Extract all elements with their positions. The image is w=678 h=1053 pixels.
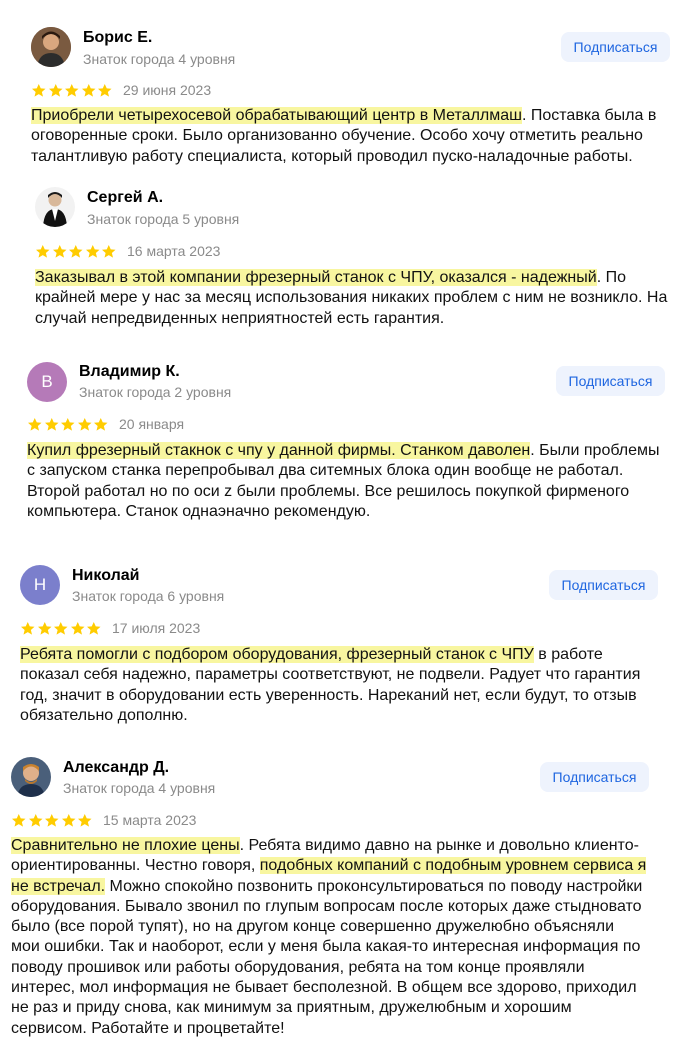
star-icon bbox=[28, 417, 42, 431]
rating-stars bbox=[20, 621, 102, 636]
star-icon bbox=[61, 417, 75, 431]
star-icon bbox=[37, 621, 51, 635]
star-icon bbox=[21, 621, 35, 635]
avatar[interactable]: В bbox=[27, 362, 67, 402]
star-icon bbox=[77, 417, 91, 431]
review-date: 20 января bbox=[119, 416, 185, 432]
author-level: Знаток города 6 уровня bbox=[72, 588, 225, 604]
star-icon bbox=[12, 813, 26, 827]
review-text: Ребята помогли с подбором оборудования, … bbox=[20, 645, 656, 726]
review-date: 17 июля 2023 bbox=[112, 620, 201, 636]
star-icon bbox=[94, 417, 108, 431]
review-date: 16 марта 2023 bbox=[127, 243, 221, 259]
author-name[interactable]: Владимир К. bbox=[79, 363, 180, 381]
review-text: Заказывал в этой компании фрезерный стан… bbox=[35, 268, 671, 329]
author-name[interactable]: Николай bbox=[72, 567, 139, 585]
star-icon bbox=[28, 813, 42, 827]
avatar-letter: В bbox=[41, 372, 53, 391]
rating-stars bbox=[35, 244, 117, 259]
subscribe-button[interactable]: Подписаться bbox=[540, 762, 649, 792]
author-level: Знаток города 4 уровня bbox=[63, 780, 216, 796]
star-icon bbox=[87, 621, 101, 635]
star-icon bbox=[44, 417, 58, 431]
user-photo-icon bbox=[35, 187, 75, 227]
author-name[interactable]: Сергей А. bbox=[87, 189, 163, 207]
star-icon bbox=[78, 813, 92, 827]
rating-stars bbox=[27, 417, 109, 432]
subscribe-button[interactable]: Подписаться bbox=[556, 366, 665, 396]
star-icon bbox=[70, 621, 84, 635]
star-icon bbox=[102, 244, 116, 258]
star-icon bbox=[69, 244, 83, 258]
star-icon bbox=[85, 244, 99, 258]
star-icon bbox=[36, 244, 50, 258]
highlighted-text: Сравнительно не плохие цены bbox=[11, 837, 240, 854]
review-card: Александр Д. Знаток города 4 уровня Подп… bbox=[0, 0, 678, 1037]
review-text: Купил фрезерный стакнок с чпу у данной ф… bbox=[27, 441, 663, 522]
highlighted-text: Заказывал в этой компании фрезерный стан… bbox=[35, 269, 597, 286]
author-level: Знаток города 2 уровня bbox=[79, 384, 232, 400]
author-level: Знаток города 5 уровня bbox=[87, 211, 240, 227]
subscribe-button[interactable]: Подписаться bbox=[549, 570, 658, 600]
star-icon bbox=[54, 621, 68, 635]
avatar[interactable]: Н bbox=[20, 565, 60, 605]
highlighted-text: Ребята помогли с подбором оборудования, … bbox=[20, 646, 534, 663]
star-icon bbox=[61, 813, 75, 827]
text-fragment: Можно спокойно позвонить проконсультиров… bbox=[11, 877, 643, 1037]
avatar-letter: Н bbox=[33, 575, 47, 594]
avatar[interactable] bbox=[35, 187, 75, 227]
highlighted-text: Купил фрезерный стакнок с чпу у данной ф… bbox=[27, 442, 531, 459]
avatar[interactable] bbox=[11, 757, 51, 797]
rating-stars bbox=[11, 813, 93, 828]
author-name[interactable]: Александр Д. bbox=[63, 759, 169, 777]
user-photo-icon bbox=[11, 757, 51, 797]
star-icon bbox=[45, 813, 59, 827]
star-icon bbox=[52, 244, 66, 258]
review-text: Сравнительно не плохие цены. Ребята види… bbox=[11, 836, 647, 1039]
review-date: 15 марта 2023 bbox=[103, 812, 197, 828]
